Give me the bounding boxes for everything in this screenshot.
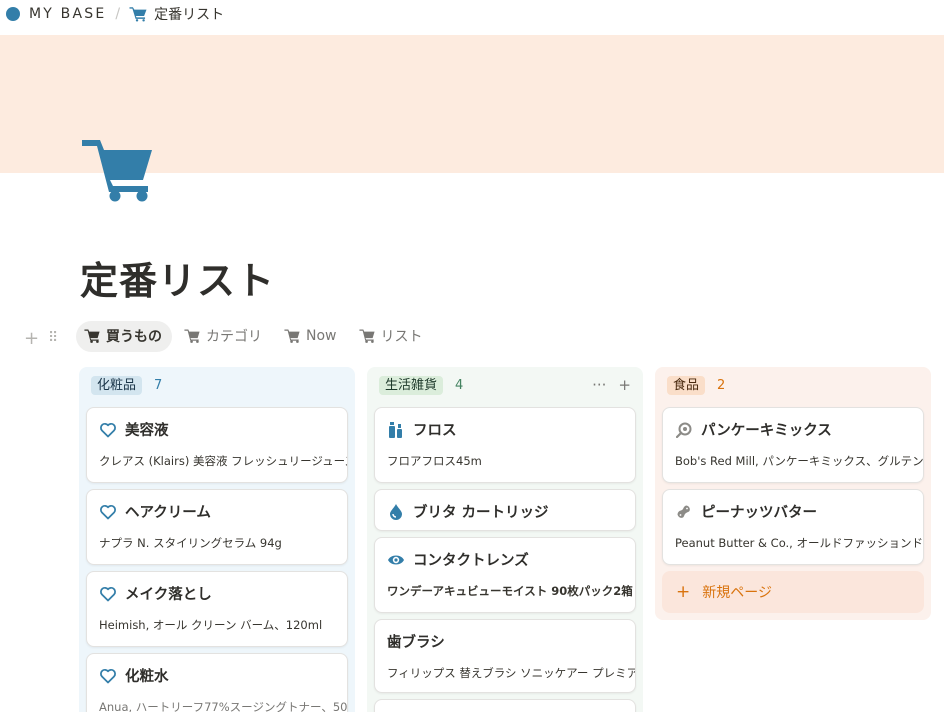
shopping-cart-icon [84, 329, 100, 343]
new-page-label: 新規ページ [702, 585, 772, 601]
heart-icon [99, 585, 117, 603]
workspace-dot-icon [6, 7, 20, 21]
heart-icon [99, 421, 117, 439]
heart-icon [99, 667, 117, 685]
column-count: 7 [154, 377, 163, 393]
water-drop-icon [387, 503, 405, 521]
breadcrumb-page[interactable]: 定番リスト [154, 4, 224, 24]
column-tag: 生活雑貨 [379, 375, 444, 395]
tab-buy[interactable]: 買うもの [76, 320, 172, 352]
board-card[interactable]: ピーナッツバター Peanut Butter & Co., オールドファッション… [662, 489, 924, 565]
card-title-row: 歯ブラシ [387, 631, 445, 652]
tab-category[interactable]: カテゴリ [176, 321, 272, 352]
card-subtitle: クレアス (Klairs) 美容液 フレッシュリージューストビタミンドロップ [99, 454, 347, 468]
column-tag: 化粧品 [91, 375, 143, 395]
card-title: 化粧水 [125, 669, 169, 685]
card-title: パンケーキミックス [701, 423, 832, 439]
add-card-icon[interactable]: + [618, 376, 631, 394]
card-title-row: メイク落とし [99, 583, 212, 604]
breadcrumb-workspace[interactable]: MY BASE [29, 6, 106, 22]
new-page-button[interactable]: + 新規ページ [662, 571, 924, 613]
column-header[interactable]: 化粧品 7 [79, 367, 355, 403]
board-card[interactable]: 化粧水 Anua, ハートリーフ77%スージングトナー、500ml [86, 653, 348, 712]
page-title[interactable]: 定番リスト [80, 250, 275, 305]
shopping-cart-icon [184, 329, 200, 343]
card-title-row: ヘアクリーム [99, 501, 211, 522]
card-title: 歯ブラシ [387, 635, 445, 651]
board-card[interactable]: ヘアクリーム ナプラ N. スタイリングセラム 94g [86, 489, 348, 565]
card-subtitle: ワンデーアキュビューモイスト 90枚パック2箱 [387, 584, 633, 598]
view-tabs: 買うもの カテゴリ Now リスト [76, 320, 433, 352]
card-subtitle: Bob's Red Mill, パンケーキミックス、グルテンフリー [675, 454, 924, 468]
card-subtitle: フロアフロス45m [387, 454, 482, 468]
breadcrumb-separator: / [115, 6, 121, 22]
card-title: ブリタ カートリッジ [413, 505, 549, 521]
board-card[interactable]: ブリタ カートリッジ [374, 489, 636, 531]
tab-label: Now [306, 328, 337, 344]
plus-icon: + [676, 582, 691, 602]
heart-icon [99, 503, 117, 521]
card-subtitle: Heimish, オール クリーン バーム、120ml [99, 618, 323, 632]
card-title-row: フロス [387, 419, 457, 440]
board-card[interactable]: パンケーキミックス Bob's Red Mill, パンケーキミックス、グルテン… [662, 407, 924, 483]
peanut-icon [675, 503, 693, 521]
card-title: コンタクトレンズ [413, 553, 529, 569]
card-subtitle: フィリップス 替えブラシ ソニッケアー プレミアム [387, 666, 636, 680]
add-block-icon[interactable]: + [24, 328, 39, 349]
card-title-row: 化粧水 [99, 665, 169, 686]
column-actions: ··· + [592, 376, 631, 394]
column-count: 2 [717, 377, 726, 393]
page-icon-shopping-cart-icon[interactable] [80, 138, 154, 202]
board-card[interactable] [374, 699, 636, 712]
board-column-cosmetics: 化粧品 7 美容液 クレアス (Klairs) 美容液 フレッシュリージュースト… [79, 367, 355, 712]
card-title-row: ピーナッツバター [675, 501, 817, 522]
card-subtitle: Anua, ハートリーフ77%スージングトナー、500ml [99, 700, 348, 712]
board-card[interactable]: 美容液 クレアス (Klairs) 美容液 フレッシュリージューストビタミンドロ… [86, 407, 348, 483]
column-header[interactable]: 食品 2 [655, 367, 931, 403]
board-card[interactable]: 歯ブラシ フィリップス 替えブラシ ソニッケアー プレミアム [374, 619, 636, 693]
card-title: ピーナッツバター [701, 505, 817, 521]
board-card[interactable]: フロス フロアフロス45m [374, 407, 636, 483]
card-title: フロス [413, 423, 457, 439]
floss-icon [387, 421, 405, 439]
drag-handle-icon[interactable]: ⠿ [48, 330, 58, 346]
card-title-row: 美容液 [99, 419, 169, 440]
card-subtitle: ナプラ N. スタイリングセラム 94g [99, 536, 282, 550]
card-title: メイク落とし [125, 587, 212, 603]
shopping-cart-icon [358, 329, 375, 343]
shopping-cart-icon [129, 6, 147, 22]
column-tag: 食品 [667, 375, 706, 395]
card-title-row: ブリタ カートリッジ [387, 501, 549, 522]
tab-label: 買うもの [106, 329, 162, 345]
column-count: 4 [455, 377, 464, 393]
tab-list[interactable]: リスト [351, 321, 433, 352]
card-subtitle: Peanut Butter & Co., オールドファッションド スムーズ [675, 536, 923, 550]
more-options-icon[interactable]: ··· [592, 376, 606, 394]
board-column-household: 生活雑貨 4 ··· + フロス フロアフロス45m ブリタ カートリッジ コン… [367, 367, 643, 712]
card-title-row: コンタクトレンズ [387, 549, 529, 570]
board-card[interactable]: メイク落とし Heimish, オール クリーン バーム、120ml [86, 571, 348, 647]
board-card[interactable]: コンタクトレンズ ワンデーアキュビューモイスト 90枚パック2箱 [374, 537, 636, 613]
eye-icon [387, 551, 405, 569]
card-title-row: パンケーキミックス [675, 419, 832, 440]
column-header[interactable]: 生活雑貨 4 ··· + [367, 367, 643, 403]
tab-label: カテゴリ [206, 329, 262, 345]
shopping-cart-icon [284, 329, 300, 343]
card-title: ヘアクリーム [125, 505, 211, 521]
board-column-food: 食品 2 パンケーキミックス Bob's Red Mill, パンケーキミックス… [655, 367, 931, 620]
tab-now[interactable]: Now [276, 321, 347, 352]
pancake-icon [675, 421, 693, 439]
breadcrumb: MY BASE / 定番リスト [0, 0, 944, 28]
tab-label: リスト [380, 329, 423, 345]
card-title: 美容液 [125, 423, 169, 439]
